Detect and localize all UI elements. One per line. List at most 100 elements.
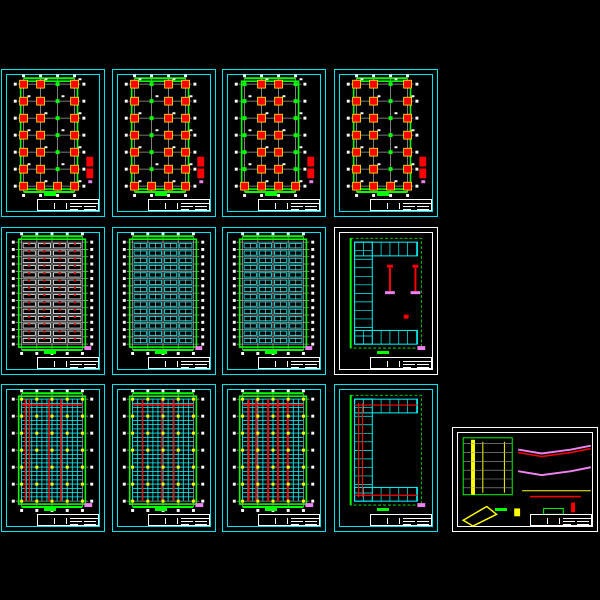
axis-bubble — [82, 150, 86, 154]
rebar-mark — [73, 308, 76, 311]
wing-bottom — [354, 329, 418, 345]
note-mark — [195, 346, 203, 351]
axis-bubble — [90, 414, 94, 418]
drawing-sheet-beam-layout[interactable]: Beam layout plan 1 — [1, 384, 105, 532]
axis-bubble — [131, 389, 135, 393]
section-base — [410, 291, 421, 295]
drawing-sheet-beam-layout[interactable]: Beam layout plan 2 — [112, 384, 216, 532]
footing-detail — [197, 168, 205, 179]
axis-bubble — [150, 74, 154, 78]
rebar-mark — [43, 250, 46, 253]
axis-bubble — [234, 184, 238, 188]
footing-detail — [197, 156, 205, 167]
axis-bubble — [11, 397, 15, 401]
wing-top — [354, 241, 418, 257]
column — [50, 465, 54, 469]
axis-bubble — [20, 509, 24, 512]
axis-bubble — [415, 133, 419, 137]
axis-bubble — [346, 184, 350, 188]
axis-bubble — [303, 116, 307, 120]
axis-bubble — [90, 306, 94, 310]
axis-bubble — [193, 167, 197, 171]
axis-bubble — [201, 306, 205, 310]
axis-bubble — [201, 499, 205, 503]
column — [55, 150, 60, 155]
column — [286, 397, 290, 401]
column — [65, 448, 69, 452]
axis-bubble — [294, 74, 298, 78]
axis-bubble — [11, 335, 15, 339]
drawing-sheet-slab-reinforcement[interactable]: Floor reinforcement plan 2 — [112, 227, 216, 375]
axis-bubble — [124, 167, 128, 171]
drawing-sheet-foundation-plan[interactable]: Foundation plan 2 — [112, 69, 216, 217]
footing-tag — [155, 163, 159, 166]
footing — [181, 181, 190, 191]
column — [241, 431, 245, 435]
column — [35, 482, 39, 486]
axis-bubble — [146, 352, 150, 355]
axis-bubble — [122, 298, 126, 302]
drawing-title-underline — [44, 351, 56, 354]
axis-bubble — [80, 509, 84, 512]
rebar-mark — [43, 272, 46, 275]
note-mark — [195, 503, 204, 508]
title-block — [370, 357, 432, 369]
note-mark — [199, 180, 204, 184]
axis-bubble — [184, 194, 188, 197]
footing-detail — [86, 156, 94, 167]
column — [301, 482, 305, 486]
rebar-mark — [28, 286, 31, 289]
axis-bubble — [20, 389, 24, 393]
drawing-sheet-slab-reinforcement[interactable]: Floor reinforcement plan 3 — [222, 227, 326, 375]
axis-bubble — [201, 277, 205, 281]
rebar-mark — [43, 330, 46, 333]
drawing-sheet-slab-reinforcement[interactable]: Floor reinforcement plan 1 — [1, 227, 105, 375]
title-block — [258, 357, 320, 369]
footing-tag — [27, 95, 31, 98]
axis-bubble — [90, 284, 94, 288]
drawing-sheet-beam-layout[interactable]: Beam layout plan 3 — [222, 384, 326, 532]
axis-bubble — [232, 320, 236, 324]
footing — [257, 164, 266, 174]
column — [256, 397, 260, 401]
column — [35, 465, 39, 469]
axis-bubble — [11, 313, 15, 317]
drawing-sheet-foundation-plan[interactable]: Foundation plan 3 — [222, 69, 326, 217]
footing — [352, 130, 361, 140]
axis-bubble — [201, 465, 205, 469]
axis-bubble — [11, 269, 15, 273]
axis-bubble — [124, 133, 128, 137]
footing-tag — [189, 95, 193, 98]
footing — [70, 96, 79, 106]
drawing-sheet-c-shape-beam[interactable]: Roof beam layout plan — [334, 384, 438, 532]
footing — [181, 130, 190, 140]
axis-bubble — [193, 133, 197, 137]
column — [388, 133, 393, 138]
rebar-mark — [73, 301, 76, 304]
column — [242, 133, 247, 138]
axis-bubble — [201, 397, 205, 401]
axis-bubble — [346, 133, 350, 137]
axis-bubble — [294, 194, 298, 197]
axis-bubble — [131, 232, 135, 236]
axis-bubble — [11, 328, 15, 332]
footing — [130, 164, 139, 174]
column — [176, 499, 180, 503]
axis-bubble — [232, 240, 236, 244]
axis-bubble — [241, 509, 245, 512]
footing — [36, 164, 45, 174]
axis-bubble — [122, 277, 126, 281]
footing — [164, 181, 173, 191]
drawing-sheet-foundation-plan[interactable]: Foundation plan 4 — [334, 69, 438, 217]
drawing-sheet-foundation-plan[interactable]: Foundation plan 1 — [1, 69, 105, 217]
stair-section — [517, 466, 591, 477]
rebar-mark — [58, 257, 61, 260]
column — [50, 499, 54, 503]
column — [293, 150, 298, 155]
drawing-sheet-detail[interactable]: Stair and section details — [452, 427, 598, 532]
title-block — [37, 357, 99, 369]
drawing-sheet-c-shape-plan[interactable]: Roof reinforcement plan with details — [334, 227, 438, 375]
footing — [36, 130, 45, 140]
column — [286, 482, 290, 486]
column — [35, 448, 39, 452]
